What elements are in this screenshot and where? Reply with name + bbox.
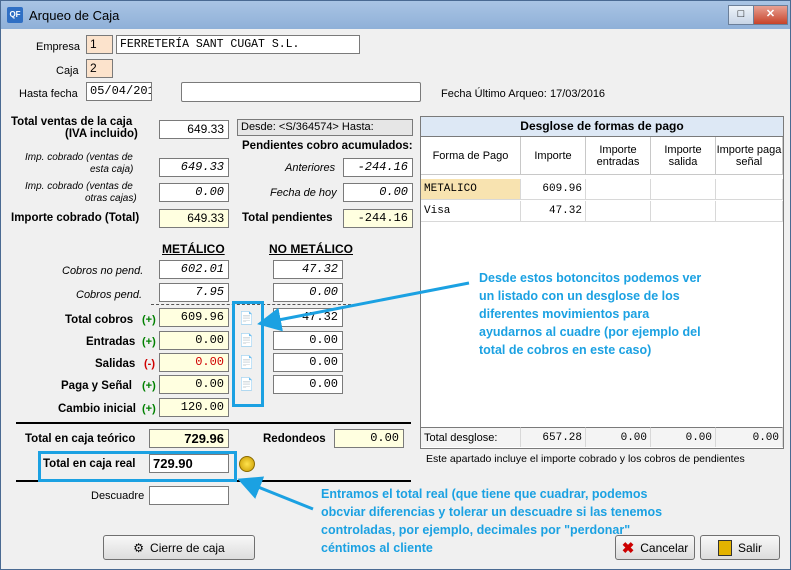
cancelar-label: Cancelar [640,540,689,555]
arrow-bottom [237,476,314,511]
gear-icon: ⚙ [133,540,145,555]
cierre-caja-button[interactable]: ⚙ Cierre de caja [103,535,255,560]
salir-button[interactable]: Salir [700,535,780,560]
cancelar-button[interactable]: ✖ Cancelar [615,535,695,560]
cierre-caja-label: Cierre de caja [150,540,225,555]
arqueo-window: QF Arqueo de Caja □ ✕ Empresa 1 FERRETER… [0,0,791,570]
arrow-top [257,281,470,332]
annotation-top-text: Desde estos botoncitos podemos ver un li… [479,271,702,357]
cancel-icon: ✖ [621,539,635,557]
exit-door-icon [717,539,732,556]
salir-label: Salir [737,540,762,555]
